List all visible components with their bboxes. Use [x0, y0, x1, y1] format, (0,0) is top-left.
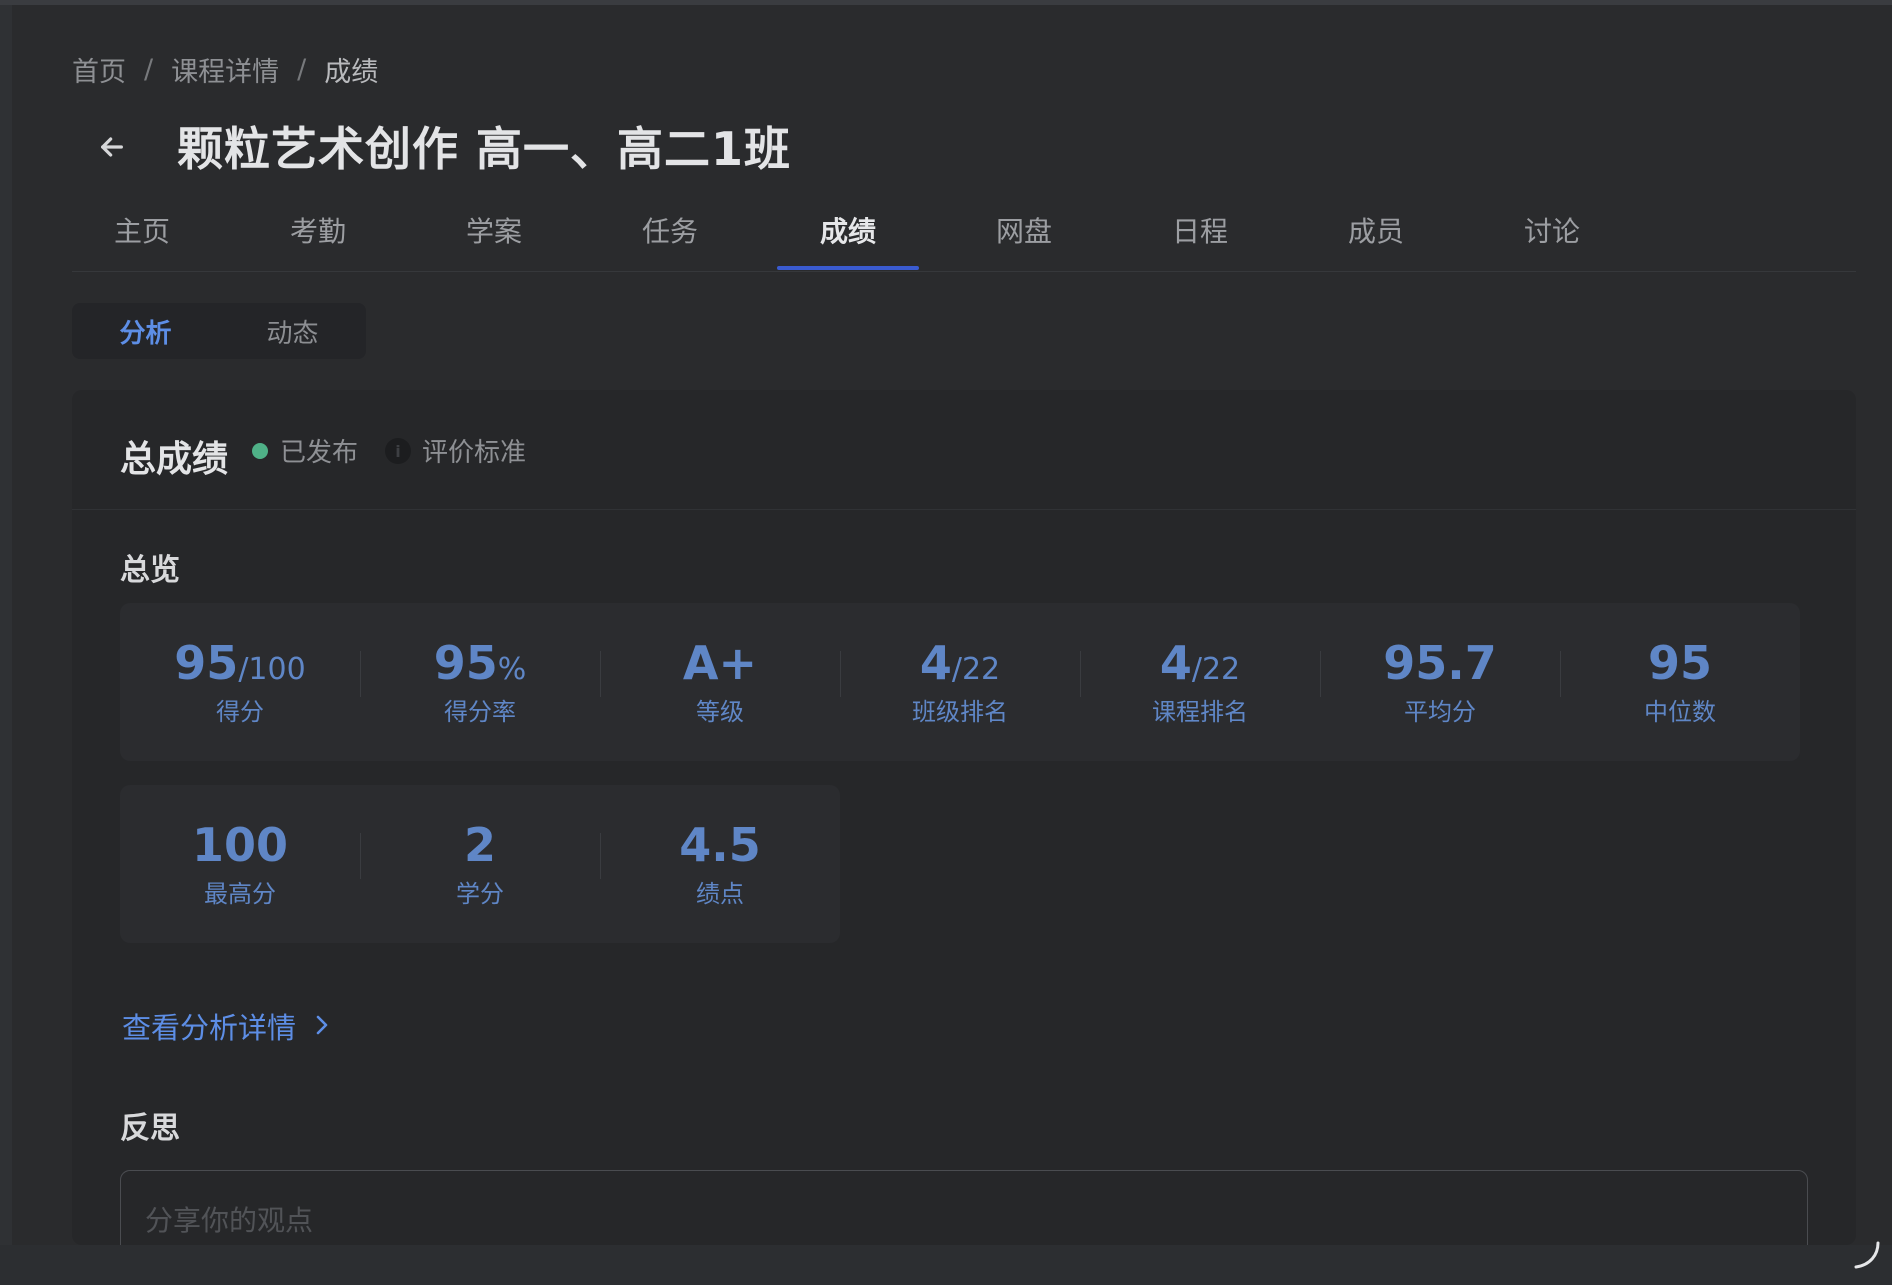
- stat-grade-level: A+ 等级: [600, 637, 840, 727]
- stat-value: 4: [1159, 636, 1192, 691]
- stat-score: 95/100 得分: [120, 637, 360, 727]
- status-dot-icon: [252, 443, 268, 459]
- stat-label: 中位数: [1644, 697, 1716, 726]
- tab-bar: 主页 考勤 学案 任务 成绩 网盘 日程 成员 讨论: [72, 200, 1856, 272]
- subtab-analysis[interactable]: 分析: [72, 313, 219, 350]
- stat-value: 95: [433, 636, 498, 691]
- back-button[interactable]: [80, 115, 144, 179]
- stat-value: 95.7: [1383, 636, 1497, 691]
- left-sidebar-edge: [0, 5, 12, 1245]
- tab-schedule[interactable]: 日程: [1130, 210, 1270, 250]
- breadcrumb-current: 成绩: [324, 57, 379, 88]
- stat-label: 等级: [696, 697, 744, 726]
- stat-class-rank: 4/22 班级排名: [840, 637, 1080, 727]
- subtab-switch: 分析 动态: [72, 303, 366, 359]
- loading-spinner-icon: [1854, 1241, 1880, 1269]
- stat-value: 4.5: [679, 818, 761, 873]
- main-content: 首页 / 课程详情 / 成绩 颗粒艺术创作 高一、高二1班 主页 考勤 学案 任…: [12, 5, 1892, 1270]
- stat-label: 班级排名: [912, 697, 1008, 726]
- tab-home[interactable]: 主页: [72, 210, 212, 250]
- stat-average: 95.7 平均分: [1320, 637, 1560, 727]
- page-title: 颗粒艺术创作 高一、高二1班: [177, 122, 792, 176]
- tab-discussion[interactable]: 讨论: [1482, 210, 1622, 250]
- stat-value: A+: [682, 636, 758, 691]
- total-grade-card: 总成绩 已发布 i 评价标准 总览 95/100 得分 95% 得分率 A+ 等…: [72, 390, 1856, 1270]
- stat-value: 100: [191, 818, 289, 873]
- stat-suffix: /22: [951, 652, 1001, 688]
- active-tab-indicator: [777, 266, 919, 270]
- arrow-left-icon: [101, 137, 123, 157]
- overview-title: 总览: [120, 553, 180, 588]
- tab-attendance[interactable]: 考勤: [248, 210, 388, 250]
- tab-study-plan[interactable]: 学案: [424, 210, 564, 250]
- stat-label: 最高分: [204, 879, 276, 908]
- stat-course-rank: 4/22 课程排名: [1080, 637, 1320, 727]
- subtab-activity[interactable]: 动态: [219, 313, 366, 350]
- stat-median: 95 中位数: [1560, 637, 1800, 727]
- breadcrumb-home[interactable]: 首页: [72, 50, 126, 89]
- stat-credits: 2 学分: [360, 819, 600, 909]
- stat-label: 得分: [216, 697, 264, 726]
- stat-label: 平均分: [1404, 697, 1476, 726]
- stat-label: 得分率: [444, 697, 516, 726]
- bottom-bar: [0, 1241, 1892, 1285]
- tab-grades[interactable]: 成绩: [778, 210, 918, 250]
- view-analysis-details-link[interactable]: 查看分析详情: [122, 1005, 330, 1047]
- stat-value: 2: [463, 818, 496, 873]
- stat-highest: 100 最高分: [120, 819, 360, 909]
- tab-tasks[interactable]: 任务: [600, 210, 740, 250]
- status-badge: 已发布: [280, 438, 359, 468]
- stat-score-rate: 95% 得分率: [360, 637, 600, 727]
- stats-row-1: 95/100 得分 95% 得分率 A+ 等级 4/22 班级排名 4/22 课…: [120, 603, 1800, 761]
- stat-label: 绩点: [696, 879, 744, 908]
- stat-suffix: /100: [238, 652, 306, 688]
- stat-suffix: %: [497, 652, 527, 688]
- stat-value: 95: [1647, 636, 1712, 691]
- tab-members[interactable]: 成员: [1306, 210, 1446, 250]
- card-header: 总成绩 已发布 i 评价标准: [72, 390, 1856, 510]
- reflection-title: 反思: [120, 1111, 180, 1146]
- link-label: 查看分析详情: [122, 1011, 297, 1045]
- info-icon[interactable]: i: [385, 438, 411, 464]
- card-title: 总成绩: [120, 439, 229, 480]
- breadcrumb-separator: /: [144, 54, 154, 85]
- stat-label: 课程排名: [1152, 697, 1248, 726]
- tab-drive[interactable]: 网盘: [954, 210, 1094, 250]
- breadcrumb-course-detail[interactable]: 课程详情: [171, 50, 279, 89]
- evaluation-standard-link[interactable]: 评价标准: [422, 432, 526, 469]
- stat-label: 学分: [456, 879, 504, 908]
- chevron-right-icon: [314, 1009, 330, 1043]
- stat-gpa: 4.5 绩点: [600, 819, 840, 909]
- stat-suffix: /22: [1191, 652, 1241, 688]
- stat-value: 95: [174, 636, 239, 691]
- breadcrumb-separator: /: [297, 54, 307, 85]
- stat-value: 4: [919, 636, 952, 691]
- stats-row-2: 100 最高分 2 学分 4.5 绩点: [120, 785, 840, 943]
- breadcrumb: 首页 / 课程详情 / 成绩: [72, 50, 378, 89]
